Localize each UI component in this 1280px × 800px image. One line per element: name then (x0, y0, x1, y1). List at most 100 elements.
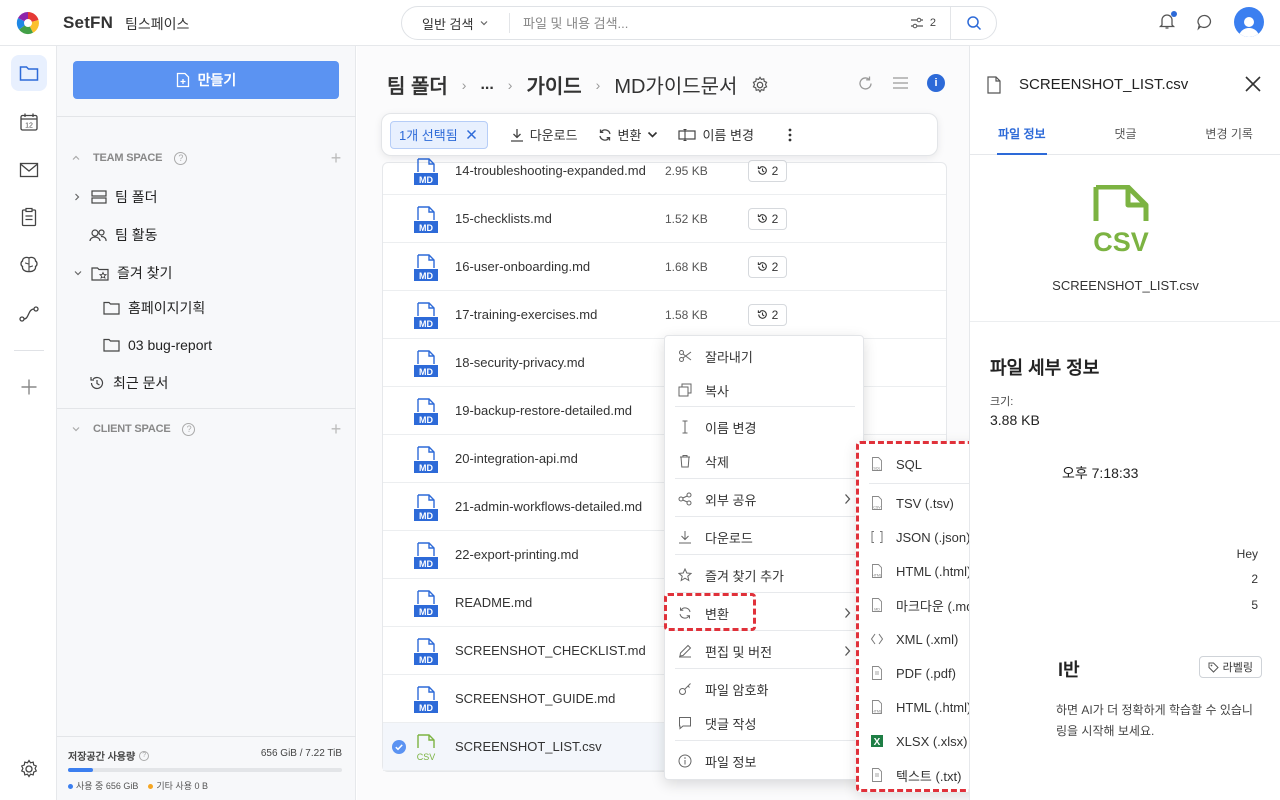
search-type-dropdown[interactable]: 일반 검색 (402, 13, 510, 33)
rail-mail-button[interactable] (11, 152, 47, 188)
file-name[interactable]: SCREENSHOT_LIST.csv (455, 739, 602, 754)
context-menu-item[interactable]: 삭제 (665, 444, 863, 478)
svg-text:12: 12 (25, 123, 33, 130)
toolbar-convert-label: 변환 (617, 128, 642, 143)
toolbar-more-button[interactable] (788, 128, 792, 142)
file-name[interactable]: 15-checklists.md (455, 211, 552, 226)
rail-calendar-button[interactable]: 12 (11, 104, 47, 140)
context-menu-item[interactable]: 즐겨 찾기 추가 (665, 558, 863, 592)
context-menu-item[interactable]: 파일 정보 (665, 744, 863, 778)
file-name[interactable]: 14-troubleshooting-expanded.md (455, 163, 646, 178)
help-icon[interactable]: ? (139, 750, 150, 761)
table-row[interactable]: MD 15-checklists.md 1.52 KB 2 (383, 195, 946, 243)
rail-add-button[interactable] (11, 369, 47, 405)
version-badge[interactable]: 2 (748, 207, 787, 230)
refresh-icon[interactable] (857, 75, 874, 92)
sidebar-item-recent-docs[interactable]: 최근 문서 (89, 371, 168, 395)
file-name[interactable]: 16-user-onboarding.md (455, 259, 590, 274)
toolbar-rename-button[interactable]: 이름 변경 (678, 125, 754, 144)
breadcrumb-ellipsis[interactable]: ... (480, 76, 493, 94)
context-menu-item[interactable]: 복사 (665, 373, 863, 407)
svg-text:MD: MD (419, 463, 433, 473)
search-input[interactable] (510, 15, 896, 31)
toolbar-download-button[interactable]: 다운로드 (510, 125, 578, 144)
search-button[interactable] (950, 7, 996, 39)
context-menu-item[interactable]: 외부 공유 (665, 482, 863, 516)
file-name[interactable]: 22-export-printing.md (455, 547, 579, 562)
breadcrumb-root[interactable]: 팀 폴더 (387, 70, 448, 99)
brain-icon (20, 256, 38, 273)
context-menu-item[interactable]: 다운로드 (665, 520, 863, 554)
storage-legend: 사용 중 656 GiB 기타 사용 0 B (68, 779, 208, 792)
legend-used-text: 사용 중 656 GiB (76, 781, 139, 791)
file-name[interactable]: SCREENSHOT_GUIDE.md (455, 691, 615, 706)
context-menu-item[interactable]: 파일 암호화 (665, 672, 863, 706)
file-name[interactable]: README.md (455, 595, 532, 610)
team-space-header[interactable]: TEAM SPACE ? + (71, 148, 341, 168)
close-icon[interactable] (1244, 75, 1262, 93)
tab-history[interactable]: 변경 기록 (1177, 121, 1280, 154)
search-filter-button[interactable]: 2 (896, 17, 950, 29)
file-name[interactable]: 19-backup-restore-detailed.md (455, 403, 632, 418)
workspace-name[interactable]: 팀스페이스 (125, 14, 189, 34)
chat-icon[interactable] (1196, 13, 1214, 31)
info-icon[interactable]: i (927, 74, 945, 92)
breadcrumb-mid[interactable]: 가이드 (526, 70, 581, 99)
user-avatar[interactable] (1234, 7, 1264, 37)
toolbar-convert-button[interactable]: 변환 (598, 125, 659, 144)
labeling-button[interactable]: 라벨링 (1198, 656, 1262, 678)
notifications-button[interactable] (1158, 10, 1177, 33)
context-menu-item[interactable]: 잘라내기 (665, 339, 863, 373)
sidebar-item-favorites[interactable]: 즐겨 찾기 (73, 261, 172, 285)
version-badge[interactable]: 2 (748, 159, 787, 182)
file-size: 1.58 KB (665, 307, 708, 322)
help-icon[interactable]: ? (174, 151, 188, 165)
sidebar-item-homepage-plan[interactable]: 홈페이지기획 (103, 296, 205, 320)
sidebar-item-bug-report[interactable]: 03 bug-report (103, 333, 212, 357)
version-count: 2 (771, 163, 779, 178)
table-row[interactable]: MD 17-training-exercises.md 1.58 KB 2 (383, 291, 946, 339)
close-icon[interactable] (466, 129, 477, 140)
svg-text:CSV: CSV (417, 752, 436, 762)
rail-clipboard-button[interactable] (11, 199, 47, 235)
checked-icon[interactable] (392, 740, 406, 754)
convert-option-label: HTML (.html) (896, 699, 972, 715)
app-logo-icon[interactable] (16, 11, 40, 35)
rail-workflow-button[interactable] (11, 296, 47, 332)
rail-settings-button[interactable] (11, 751, 47, 787)
file-name[interactable]: 17-training-exercises.md (455, 307, 597, 322)
help-icon[interactable]: ? (182, 422, 196, 436)
selection-toolbar: 1개 선택됨 다운로드 변환 이름 변경 (381, 113, 938, 156)
size-value: 3.88 KB (990, 412, 1040, 428)
client-space-header[interactable]: CLIENT SPACE ? + (71, 419, 341, 439)
file-name[interactable]: 20-integration-api.md (455, 451, 578, 466)
rail-ai-button[interactable] (11, 247, 47, 283)
sidebar-item-team-activity[interactable]: 팀 활동 (89, 223, 158, 247)
json-icon (871, 531, 883, 543)
ai-text-2: 링을 시작해 보세요. (1056, 724, 1155, 738)
text-cursor-icon (682, 420, 688, 434)
sidebar-item-team-folder[interactable]: 팀 폴더 (73, 185, 158, 209)
file-name[interactable]: SCREENSHOT_CHECKLIST.md (455, 643, 646, 658)
context-menu-item[interactable]: 편집 및 버전 (665, 634, 863, 668)
file-name[interactable]: 18-security-privacy.md (455, 355, 585, 370)
context-menu-item[interactable]: 이름 변경 (665, 410, 863, 444)
menu-divider (675, 554, 855, 555)
version-badge[interactable]: 2 (748, 255, 787, 278)
tab-file-info[interactable]: 파일 정보 (970, 121, 1074, 155)
selection-chip[interactable]: 1개 선택됨 (390, 120, 488, 149)
tab-comments[interactable]: 댓글 (1074, 121, 1178, 154)
version-badge[interactable]: 2 (748, 303, 787, 326)
top-icons (1158, 7, 1264, 37)
chevron-right-icon: › (507, 76, 513, 93)
rail-files-button[interactable] (11, 55, 47, 91)
list-view-icon[interactable] (892, 76, 909, 90)
context-menu-item[interactable]: 댓글 작성 (665, 706, 863, 740)
file-name[interactable]: 21-admin-workflows-detailed.md (455, 499, 642, 514)
add-team-space-button[interactable]: + (331, 148, 342, 169)
notification-dot (1171, 10, 1177, 17)
add-client-space-button[interactable]: + (331, 419, 342, 440)
create-button[interactable]: 만들기 (73, 61, 339, 99)
table-row[interactable]: MD 16-user-onboarding.md 1.68 KB 2 (383, 243, 946, 291)
folder-settings-gear-icon[interactable] (751, 75, 769, 94)
